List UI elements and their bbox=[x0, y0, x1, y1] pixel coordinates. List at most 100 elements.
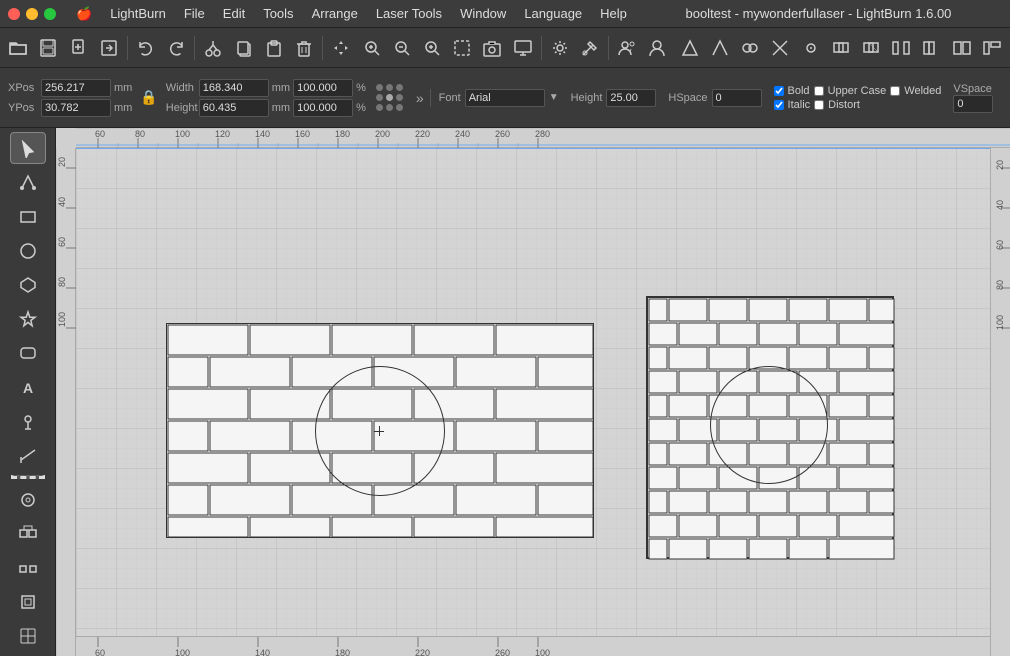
distribute-button[interactable] bbox=[887, 33, 915, 63]
monitor-button[interactable] bbox=[509, 33, 537, 63]
anchor-tl[interactable] bbox=[376, 84, 383, 91]
anchor-bc[interactable] bbox=[386, 104, 393, 111]
canvas-area[interactable]: 60 80 100 120 140 160 180 200 220 240 26… bbox=[56, 128, 1010, 656]
cut-path-button[interactable] bbox=[766, 33, 794, 63]
zoom-in-button[interactable] bbox=[418, 33, 446, 63]
grid-button[interactable] bbox=[10, 620, 46, 652]
redo-button[interactable] bbox=[162, 33, 190, 63]
svg-text:280: 280 bbox=[535, 129, 550, 139]
uppercase-checkbox[interactable] bbox=[814, 86, 824, 96]
italic-checkbox[interactable] bbox=[774, 100, 784, 110]
svg-text:260: 260 bbox=[495, 648, 510, 656]
height-input[interactable] bbox=[199, 99, 269, 117]
save-button[interactable] bbox=[34, 33, 62, 63]
edit-nodes-button[interactable] bbox=[10, 166, 46, 198]
settings-button[interactable] bbox=[546, 33, 574, 63]
menu-language[interactable]: Language bbox=[516, 4, 590, 24]
ungroup-button[interactable] bbox=[10, 552, 46, 584]
anchor-br[interactable] bbox=[396, 104, 403, 111]
cut-button[interactable] bbox=[199, 33, 227, 63]
measure-tool[interactable] bbox=[10, 439, 46, 471]
more-right-button[interactable] bbox=[917, 33, 945, 63]
anchor-mr[interactable] bbox=[396, 94, 403, 101]
menu-arrange[interactable]: Arrange bbox=[304, 4, 366, 24]
svg-text:160: 160 bbox=[295, 129, 310, 139]
delete-button[interactable] bbox=[290, 33, 318, 63]
bold-checkbox[interactable] bbox=[774, 86, 784, 96]
new-file-button[interactable] bbox=[64, 33, 92, 63]
ypos-input[interactable] bbox=[41, 99, 111, 117]
scale-w-input[interactable] bbox=[293, 79, 353, 97]
menu-lightburn[interactable]: LightBurn bbox=[102, 4, 174, 24]
group-button[interactable] bbox=[10, 518, 46, 550]
xpos-input[interactable] bbox=[41, 79, 111, 97]
ellipse-tool[interactable] bbox=[10, 235, 46, 267]
undo-button[interactable] bbox=[132, 33, 160, 63]
welded-checkbox[interactable] bbox=[890, 86, 900, 96]
menu-file[interactable]: File bbox=[176, 4, 213, 24]
width-input[interactable] bbox=[199, 79, 269, 97]
font-height-input[interactable] bbox=[606, 89, 656, 107]
copy-button[interactable] bbox=[230, 33, 258, 63]
anchor-ml[interactable] bbox=[376, 94, 383, 101]
ruler-left: 20 40 60 80 100 bbox=[56, 148, 76, 656]
user-button[interactable] bbox=[643, 33, 671, 63]
window-split-button[interactable] bbox=[948, 33, 976, 63]
zoom-fit-button[interactable] bbox=[357, 33, 385, 63]
vspace-input[interactable] bbox=[953, 95, 993, 113]
close-button[interactable] bbox=[8, 8, 20, 20]
lock-icon[interactable]: 🔒 bbox=[140, 89, 157, 106]
menu-apple[interactable]: 🍎 bbox=[68, 4, 100, 24]
extra-button[interactable] bbox=[978, 33, 1006, 63]
svg-text:40: 40 bbox=[995, 200, 1005, 210]
rectangle-tool[interactable] bbox=[10, 200, 46, 232]
canvas-content[interactable]: 20 40 60 80 100 60 100 bbox=[76, 148, 1010, 656]
align-button[interactable] bbox=[797, 33, 825, 63]
anchor-mc[interactable] bbox=[386, 94, 393, 101]
path-button[interactable] bbox=[706, 33, 734, 63]
paste-button[interactable] bbox=[260, 33, 288, 63]
hspace-input[interactable] bbox=[712, 89, 762, 107]
select-tool-button[interactable] bbox=[10, 132, 46, 164]
xpos-label: XPos bbox=[8, 82, 38, 94]
zoom-out-button[interactable] bbox=[388, 33, 416, 63]
boolean-subtract[interactable] bbox=[857, 33, 885, 63]
weld-button[interactable] bbox=[736, 33, 764, 63]
open-file-button[interactable] bbox=[4, 33, 32, 63]
menu-help[interactable]: Help bbox=[592, 4, 635, 24]
anchor-tr[interactable] bbox=[396, 84, 403, 91]
menu-tools[interactable]: Tools bbox=[255, 4, 301, 24]
laser-tools-button[interactable] bbox=[576, 33, 604, 63]
expand-button[interactable]: » bbox=[414, 88, 426, 108]
arrange-button[interactable] bbox=[10, 586, 46, 618]
scale-h-input[interactable] bbox=[293, 99, 353, 117]
width-unit: mm bbox=[272, 82, 290, 94]
font-input[interactable] bbox=[465, 89, 545, 107]
users-button[interactable] bbox=[613, 33, 641, 63]
circle-right bbox=[710, 366, 828, 484]
move-tool[interactable] bbox=[327, 33, 355, 63]
ypos-label: YPos bbox=[8, 102, 38, 114]
import-button[interactable] bbox=[95, 33, 123, 63]
menu-window[interactable]: Window bbox=[452, 4, 514, 24]
boolean-union[interactable] bbox=[827, 33, 855, 63]
pin-tool[interactable] bbox=[10, 405, 46, 437]
anchor-bl[interactable] bbox=[376, 104, 383, 111]
polygon-tool[interactable] bbox=[10, 269, 46, 301]
rounded-rect-tool[interactable] bbox=[10, 337, 46, 369]
scale-h-pct: % bbox=[356, 102, 366, 114]
text-tool[interactable]: A bbox=[10, 371, 46, 403]
anchor-tc[interactable] bbox=[386, 84, 393, 91]
maximize-button[interactable] bbox=[44, 8, 56, 20]
distort-checkbox[interactable] bbox=[814, 100, 824, 110]
font-dropdown-icon[interactable]: ▼ bbox=[549, 92, 559, 103]
menu-laser-tools[interactable]: Laser Tools bbox=[368, 4, 450, 24]
anchor-grid[interactable] bbox=[376, 84, 404, 112]
circle-tool[interactable] bbox=[10, 483, 46, 515]
node-edit-button[interactable] bbox=[676, 33, 704, 63]
minimize-button[interactable] bbox=[26, 8, 38, 20]
menu-edit[interactable]: Edit bbox=[215, 4, 253, 24]
camera-button[interactable] bbox=[478, 33, 506, 63]
select-area-button[interactable] bbox=[448, 33, 476, 63]
star-tool[interactable] bbox=[10, 303, 46, 335]
